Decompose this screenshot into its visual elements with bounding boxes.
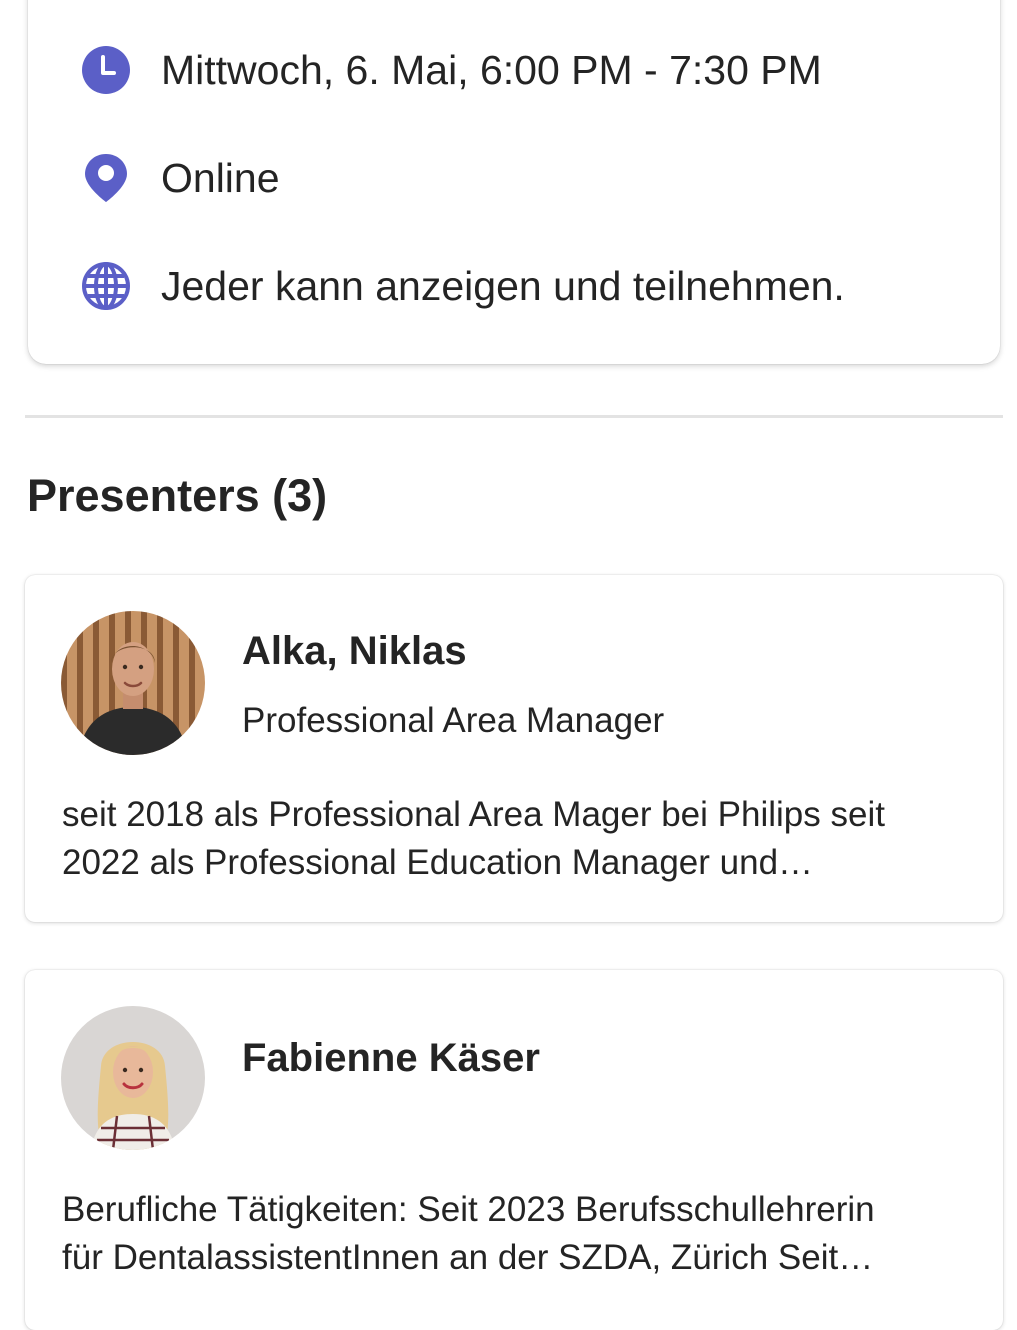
section-divider [25,415,1003,418]
event-time-row: Mittwoch, 6. Mai, 6:00 PM - 7:30 PM [78,42,822,98]
presenter-bio: Berufliche Tätigkeiten: Seit 2023 Berufs… [62,1186,972,1282]
avatar [61,1006,205,1150]
presenter-bio-line: für DentalassistentInnen an der SZDA, Zü… [62,1238,874,1277]
location-pin-icon [78,150,134,206]
avatar [61,611,205,755]
presenter-bio-line: 2022 als Professional Education Manager … [62,843,814,882]
presenter-name: Fabienne Käser [242,1036,540,1080]
presenter-name: Alka, Niklas [242,629,467,673]
presenter-bio-line: seit 2018 als Professional Area Mager be… [62,795,885,834]
presenter-bio-line: Berufliche Tätigkeiten: Seit 2023 Berufs… [62,1190,875,1229]
event-visibility-text: Jeder kann anzeigen und teilnehmen. [161,262,845,309]
event-time-text: Mittwoch, 6. Mai, 6:00 PM - 7:30 PM [161,46,822,93]
presenters-heading: Presenters (3) [27,470,328,521]
presenter-role: Professional Area Manager [242,701,665,740]
presenter-bio: seit 2018 als Professional Area Mager be… [62,791,972,887]
event-location-text: Online [161,154,280,201]
event-info-card: Mittwoch, 6. Mai, 6:00 PM - 7:30 PM Onli… [28,0,1000,364]
clock-icon [78,42,134,98]
presenter-card[interactable]: Alka, Niklas Professional Area Manager s… [25,575,1003,922]
event-location-row: Online [78,150,280,206]
event-visibility-row: Jeder kann anzeigen und teilnehmen. [78,258,845,314]
presenter-card[interactable]: Fabienne Käser Berufliche Tätigkeiten: S… [25,970,1003,1330]
globe-icon [78,258,134,314]
